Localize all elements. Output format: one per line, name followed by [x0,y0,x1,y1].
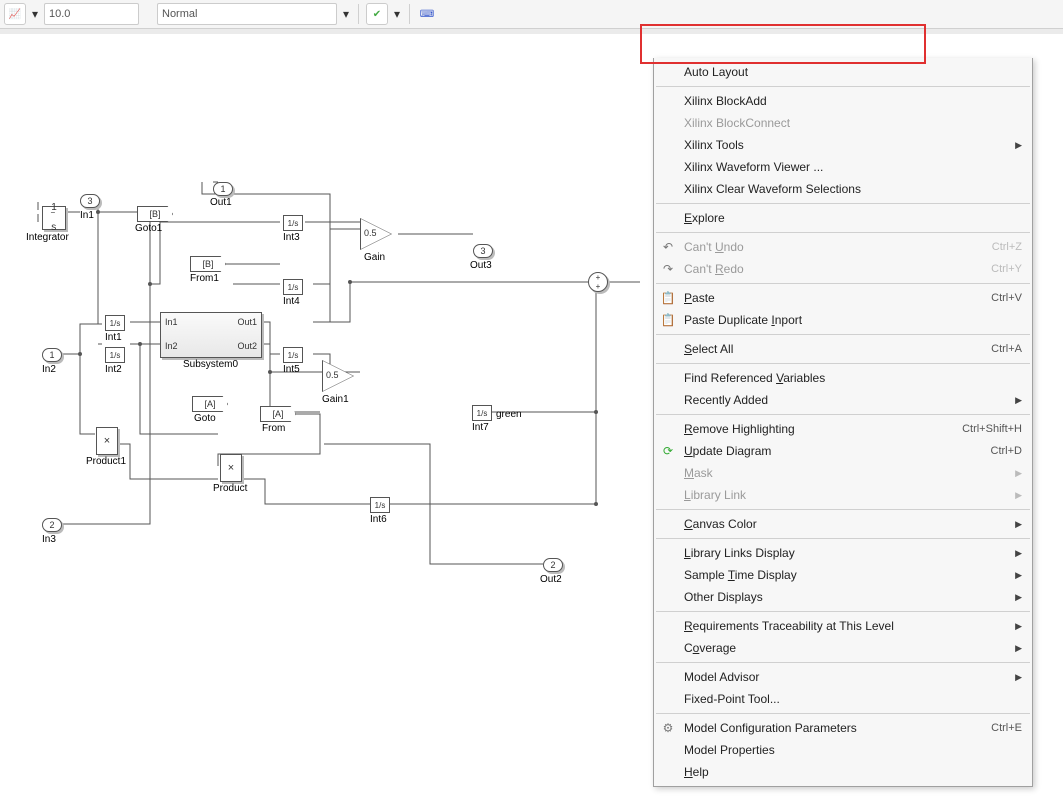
menu-library-links-display[interactable]: Library Links Display▶ [654,542,1032,564]
redo-icon: ↷ [660,262,676,276]
simulation-time-field[interactable]: 10.0 [44,3,139,25]
label-out3: Out3 [470,260,492,271]
update-icon: ⟳ [660,444,676,458]
label-int2: Int2 [105,364,122,375]
menu-mask: Mask▶ [654,462,1032,484]
menu-model-properties[interactable]: Model Properties [654,739,1032,761]
menu-remove-highlighting[interactable]: Remove HighlightingCtrl+Shift+H [654,418,1032,440]
label-subsystem0: Subsystem0 [183,359,238,370]
label-product: Product [213,483,247,494]
block-goto1[interactable]: [B] [137,206,173,222]
block-goto[interactable]: [A] [192,396,228,412]
menu-xilinx-waveform[interactable]: Xilinx Waveform Viewer ... [654,156,1032,178]
block-int5[interactable]: 1/s [283,347,303,363]
gain1-value: 0.5 [326,370,339,380]
toolbar-dropdown[interactable]: ▾ [30,4,40,24]
simulation-mode-dropdown[interactable]: Normal [157,3,337,25]
menu-find-referenced-variables[interactable]: Find Referenced Variables [654,367,1032,389]
menu-help[interactable]: Help [654,761,1032,783]
block-int3[interactable]: 1/s [283,215,303,231]
label-in3: In3 [42,534,56,545]
check-icon[interactable]: ✔ [366,3,388,25]
label-product1: Product1 [86,456,126,467]
paste-dup-icon: 📋 [660,313,676,327]
menu-fixed-point-tool[interactable]: Fixed-Point Tool... [654,688,1032,710]
outport-out3[interactable]: 3 [473,244,493,258]
block-subsystem0[interactable]: In1 In2 Out1 Out2 [160,312,262,358]
menu-update-diagram[interactable]: ⟳Update DiagramCtrl+D [654,440,1032,462]
label-int4: Int4 [283,296,300,307]
menu-other-displays[interactable]: Other Displays▶ [654,586,1032,608]
menu-xilinx-blockconnect: Xilinx BlockConnect [654,112,1032,134]
menu-coverage[interactable]: Coverage▶ [654,637,1032,659]
model-canvas[interactable]: 3 In1 1 In2 2 In3 1 Out1 2 Out2 3 Out3 1… [0,34,1063,811]
block-product[interactable]: × [220,454,242,482]
menu-model-configuration-parameters[interactable]: ⚙Model Configuration ParametersCtrl+E [654,717,1032,739]
menu-redo: ↷Can't RedoCtrl+Y [654,258,1032,280]
block-int7[interactable]: 1/s [472,405,492,421]
label-goto: Goto [194,413,216,424]
label-gain: Gain [364,252,385,263]
canvas-context-menu: Auto Layout Xilinx BlockAdd Xilinx Block… [653,58,1033,787]
menu-recently-added[interactable]: Recently Added▶ [654,389,1032,411]
gain-value: 0.5 [364,228,377,238]
menu-explore[interactable]: Explore [654,207,1032,229]
label-integrator: Integrator [26,232,69,243]
label-in1: In1 [80,210,94,221]
keyboard-icon[interactable]: ⌨ [417,4,437,24]
menu-requirements-traceability[interactable]: Requirements Traceability at This Level▶ [654,615,1032,637]
undo-icon: ↶ [660,240,676,254]
inport-in3[interactable]: 2 [42,518,62,532]
menu-xilinx-blockadd[interactable]: Xilinx BlockAdd [654,90,1032,112]
label-int7: Int7 [472,422,489,433]
label-green: green [496,409,522,420]
menu-paste-duplicate-inport[interactable]: 📋Paste Duplicate Inport [654,309,1032,331]
menu-library-link: Library Link▶ [654,484,1032,506]
inport-in1[interactable]: 3 [80,194,100,208]
menu-model-advisor[interactable]: Model Advisor▶ [654,666,1032,688]
block-from[interactable]: [A] [260,406,296,422]
menu-xilinx-clear-waveform[interactable]: Xilinx Clear Waveform Selections [654,178,1032,200]
label-in2: In2 [42,364,56,375]
block-product1[interactable]: × [96,427,118,455]
block-sum[interactable]: ++ [588,272,608,292]
block-int1[interactable]: 1/s [105,315,125,331]
label-from: From [262,423,285,434]
menu-sample-time-display[interactable]: Sample Time Display▶ [654,564,1032,586]
label-goto1: Goto1 [135,223,162,234]
menu-undo: ↶Can't UndoCtrl+Z [654,236,1032,258]
block-from1[interactable]: [B] [190,256,226,272]
toolbar: 📈 ▾ 10.0 Normal ▾ ✔ ▾ ⌨ [0,0,1063,29]
label-int3: Int3 [283,232,300,243]
label-gain1: Gain1 [322,394,349,405]
outport-out1[interactable]: 1 [213,182,233,196]
block-int2[interactable]: 1/s [105,347,125,363]
plot-icon[interactable]: 📈 [4,3,26,25]
label-int5: Int5 [283,364,300,375]
inport-in2[interactable]: 1 [42,348,62,362]
label-from1: From1 [190,273,219,284]
block-integrator[interactable]: 1‾s [42,206,66,230]
label-out1: Out1 [210,197,232,208]
menu-xilinx-tools[interactable]: Xilinx Tools▶ [654,134,1032,156]
menu-canvas-color[interactable]: Canvas Color▶ [654,513,1032,535]
menu-select-all[interactable]: Select AllCtrl+A [654,338,1032,360]
outport-out2[interactable]: 2 [543,558,563,572]
block-int6[interactable]: 1/s [370,497,390,513]
menu-paste[interactable]: 📋PasteCtrl+V [654,287,1032,309]
mode-dropdown-arrow[interactable]: ▾ [341,4,351,24]
check-dropdown[interactable]: ▾ [392,4,402,24]
label-out2: Out2 [540,574,562,585]
label-int6: Int6 [370,514,387,525]
menu-auto-layout[interactable]: Auto Layout [654,61,1032,83]
block-int4[interactable]: 1/s [283,279,303,295]
label-int1: Int1 [105,332,122,343]
paste-icon: 📋 [660,291,676,305]
gear-icon: ⚙ [660,721,676,735]
